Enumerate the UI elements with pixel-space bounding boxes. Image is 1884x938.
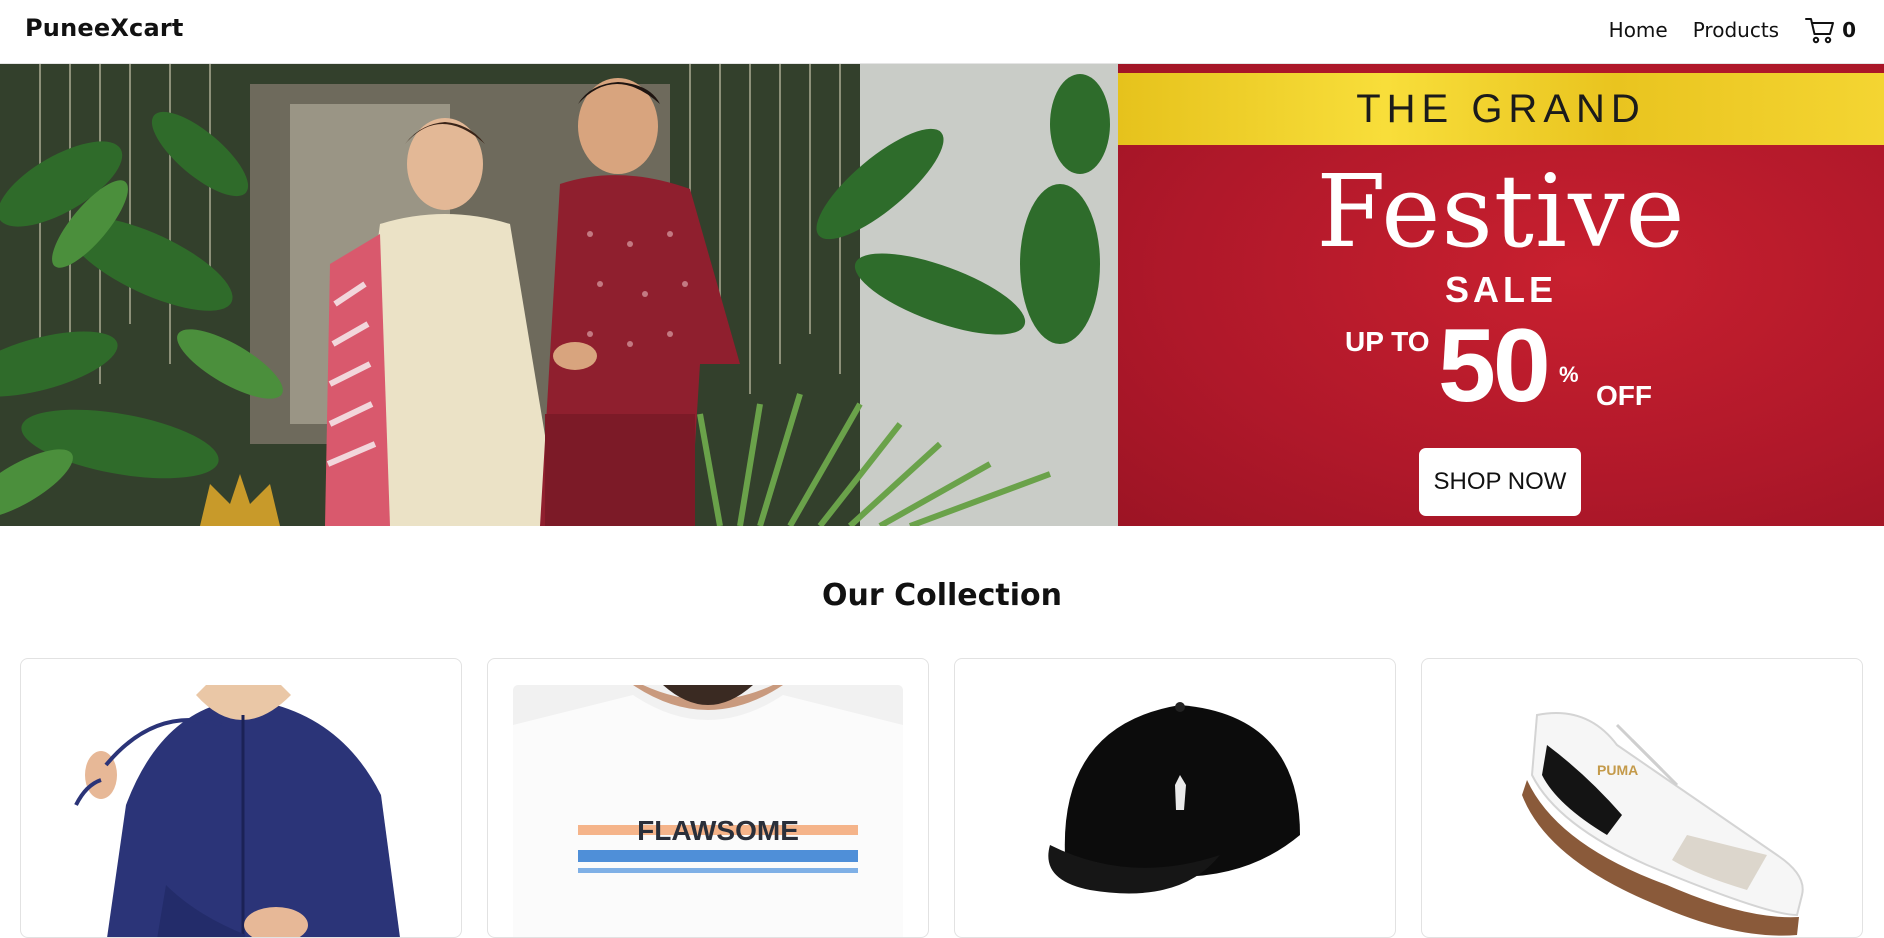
product-card-sneaker[interactable]: PUMA [1421,658,1863,938]
nav-products-link[interactable]: Products [1693,18,1779,42]
discount-value: 50 [1438,308,1551,424]
discount-symbol: % [1559,362,1579,387]
sale-banner: THE GRAND Festive SALE UP TO 50 % OFF SH… [1118,64,1884,526]
discount-prefix: UP TO [1345,326,1430,357]
hoodie-image [46,685,436,937]
sneaker-brand-text: PUMA [1597,762,1638,778]
banner-title: THE GRAND [1356,87,1646,131]
tshirt-print-text: FLAWSOME [637,815,799,846]
top-navbar: PuneeXcart Home Products 0 [0,0,1884,64]
collection-title: Our Collection [821,578,1062,613]
discount-suffix: OFF [1596,380,1652,411]
hero-banner[interactable]: THE GRAND Festive SALE UP TO 50 % OFF SH… [0,64,1884,526]
cart-icon [1805,18,1835,44]
product-card-cap[interactable] [954,658,1396,938]
brand-logo[interactable]: PuneeXcart [25,14,184,42]
cart-count-badge: 0 [1842,18,1856,42]
hero-photo-illustration [0,64,1118,526]
nav-home-link[interactable]: Home [1609,18,1668,42]
cart-button[interactable]: 0 [1804,15,1856,45]
sneaker-image: PUMA [1447,685,1837,937]
banner-headline: Festive [1316,153,1686,270]
cap-image [980,685,1370,937]
banner-subhead: SALE [1444,269,1557,310]
hero-couple-photo [0,64,1118,526]
product-card-hoodie[interactable] [20,658,462,938]
tshirt-image: FLAWSOME [513,685,903,937]
nav-links: Home Products 0 [1609,13,1856,47]
product-card-tshirt[interactable]: FLAWSOME [487,658,929,938]
shop-now-button[interactable]: SHOP NOW [1419,448,1581,516]
